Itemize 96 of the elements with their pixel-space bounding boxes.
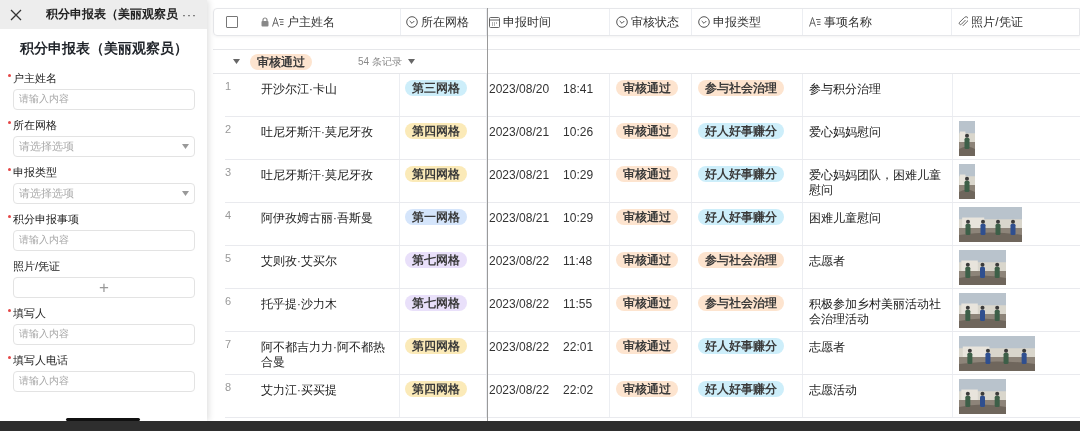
- table-cell: 22:02: [563, 383, 594, 398]
- dropdown-circle-icon: [697, 16, 710, 28]
- status-tag: 审核通过: [616, 381, 678, 397]
- table-cell: 10:26: [563, 125, 594, 140]
- checkbox[interactable]: [226, 16, 239, 28]
- type-tag: 好人好事赚分: [698, 166, 784, 182]
- text-field-icon: [271, 17, 284, 27]
- table-cell: 艾力江·买买提: [261, 383, 337, 398]
- table-cell: 2023/08/22: [489, 254, 550, 269]
- form-title: 积分申报表（美丽观察员）: [18, 40, 189, 58]
- column-header[interactable]: 申报类型: [712, 13, 761, 31]
- grid-tag: 第三网格: [405, 80, 467, 96]
- table-cell: 志愿者: [809, 254, 845, 269]
- row-number: 7: [225, 338, 232, 350]
- status-tag: 审核通过: [616, 123, 678, 139]
- grid-tag: 第四网格: [405, 338, 467, 354]
- field-label: 填写人电话: [13, 353, 68, 367]
- paperclip-icon: [958, 16, 969, 28]
- field-label: 户主姓名: [13, 71, 57, 85]
- table-cell: 阿伊孜姆古丽·吾斯曼: [261, 211, 373, 226]
- close-icon[interactable]: [10, 8, 22, 21]
- table-cell: 开沙尔江·卡山: [261, 82, 337, 97]
- table-cell: 志愿活动: [809, 383, 857, 398]
- grid-tag: 第七网格: [405, 295, 467, 311]
- status-tag: 审核通过: [616, 166, 678, 182]
- more-button[interactable]: ···: [182, 7, 197, 22]
- row-number: 2: [225, 123, 232, 135]
- table-cell: 2023/08/22: [489, 340, 550, 355]
- grid-tag: 第一网格: [405, 209, 467, 225]
- grid-tag: 第四网格: [405, 123, 467, 139]
- column-header[interactable]: 照片/凭证: [971, 13, 1023, 31]
- row-number: 4: [225, 209, 232, 221]
- type-tag: 好人好事赚分: [698, 381, 784, 397]
- type-tag: 好人好事赚分: [698, 209, 784, 225]
- caret-icon: [182, 191, 189, 196]
- dropdown-circle-icon: [616, 16, 629, 28]
- grid-tag: 第七网格: [405, 252, 467, 268]
- table-cell: 2023/08/22: [489, 383, 550, 398]
- caret-icon: [182, 144, 189, 149]
- row-number: 8: [225, 381, 232, 393]
- type-tag: 参与社会治理: [698, 295, 784, 311]
- column-header[interactable]: 事项名称: [823, 13, 872, 31]
- collapse-icon[interactable]: [233, 59, 240, 64]
- window-title: 积分申报表（美丽观察员: [46, 6, 179, 23]
- table-cell: 吐尼牙斯汗·莫尼牙孜: [261, 168, 373, 183]
- row-number: 5: [225, 252, 232, 264]
- table-cell-text: 爱心妈妈团队，困难儿童慰问: [809, 168, 942, 198]
- status-tag: 审核通过: [616, 338, 678, 354]
- table-cell: 11:48: [563, 254, 593, 269]
- dropdown-circle-icon: [405, 16, 418, 28]
- row-number: 1: [225, 80, 232, 92]
- column-header[interactable]: 申报时间: [503, 13, 552, 31]
- field-label: 申报类型: [13, 165, 57, 179]
- status-tag: 审核通过: [616, 252, 678, 268]
- table-cell: 托乎提·沙力木: [261, 297, 337, 312]
- type-tag: 好人好事赚分: [698, 123, 784, 139]
- table-cell: 2023/08/21: [489, 211, 550, 226]
- row-number: 6: [225, 295, 232, 307]
- status-tag: 审核通过: [616, 209, 678, 225]
- column-header[interactable]: 所在网格: [420, 13, 469, 31]
- table-cell: 吐尼牙斯汗·莫尼牙孜: [261, 125, 373, 140]
- grid-tag: 第四网格: [405, 381, 467, 397]
- table-cell: 18:41: [563, 82, 594, 97]
- type-tag: 参与社会治理: [698, 252, 784, 268]
- calendar-icon: [489, 16, 501, 28]
- field-label: 积分申报事项: [13, 212, 79, 226]
- table-cell: 志愿者: [809, 340, 845, 355]
- table-cell: 艾则孜·艾买尔: [261, 254, 337, 269]
- status-tag: 审核通过: [616, 295, 678, 311]
- table-cell: 10:29: [563, 168, 594, 183]
- field-label: 所在网格: [13, 118, 57, 132]
- group-tag: 审核通过: [250, 53, 312, 70]
- text-field-icon: [808, 17, 821, 27]
- table-cell: 11:55: [563, 297, 593, 312]
- table-cell: 2023/08/21: [489, 125, 550, 140]
- field-label: 填写人: [13, 306, 46, 320]
- table-cell: 困难儿童慰问: [809, 211, 881, 226]
- type-tag: 好人好事赚分: [698, 338, 784, 354]
- column-header[interactable]: 审核状态: [631, 13, 680, 31]
- table-cell: 爱心妈妈慰问: [809, 125, 881, 140]
- row-number: 3: [225, 166, 232, 178]
- record-count[interactable]: 54 条记录: [358, 54, 402, 69]
- table-cell-text: 积极参加乡村美丽活动社会治理活动: [809, 297, 942, 327]
- table-cell: 参与积分治理: [809, 82, 881, 97]
- table-cell: 2023/08/21: [489, 168, 550, 183]
- field-label: 照片/凭证: [13, 259, 61, 273]
- table-cell: 2023/08/22: [489, 297, 550, 312]
- status-tag: 审核通过: [616, 80, 678, 96]
- caret-icon[interactable]: [407, 59, 415, 64]
- table-cell: 10:29: [563, 211, 594, 226]
- type-tag: 参与社会治理: [698, 80, 784, 96]
- table-cell-text: 阿不都吉力力·阿不都热合曼: [261, 340, 386, 370]
- grid-tag: 第四网格: [405, 166, 467, 182]
- table-cell: 22:01: [563, 340, 594, 355]
- column-header[interactable]: 户主姓名: [286, 13, 335, 31]
- table-cell: 2023/08/20: [489, 82, 550, 97]
